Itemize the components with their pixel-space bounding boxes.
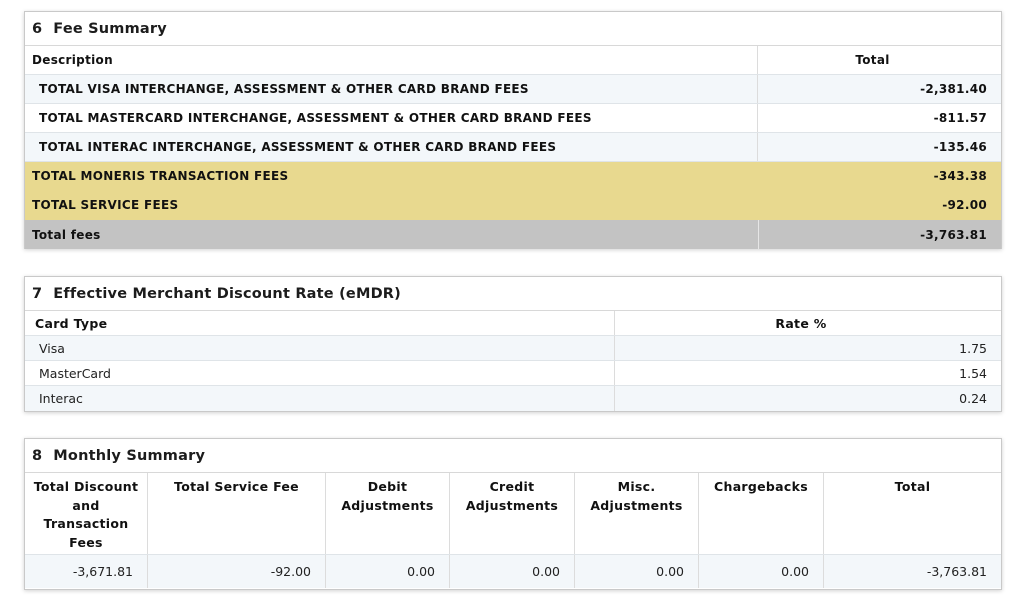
table-row: Visa 1.75: [25, 336, 1001, 361]
row-total: -2,381.40: [920, 82, 987, 96]
row-total: -135.46: [933, 140, 987, 154]
monthly-summary-header: 8 Monthly Summary: [25, 439, 1001, 473]
emdr-header: 7 Effective Merchant Discount Rate (eMDR…: [25, 277, 1001, 311]
row-description: TOTAL MONERIS TRANSACTION FEES: [32, 169, 289, 183]
rate-cell: 1.54: [959, 365, 987, 381]
card-type-cell: Visa: [25, 336, 615, 360]
row-total: -811.57: [933, 111, 987, 125]
section-title: Effective Merchant Discount Rate (eMDR): [53, 285, 402, 302]
table-row: TOTAL VISA INTERCHANGE, ASSESSMENT & OTH…: [25, 75, 1001, 104]
column-header-total: Total: [894, 479, 931, 494]
section-title: Fee Summary: [53, 20, 167, 37]
column-header-chargebacks: Chargebacks: [699, 473, 824, 554]
column-header-total-discount: Total Discount and Transaction Fees: [25, 473, 148, 554]
table-header-row: Card Type Rate %: [25, 311, 1001, 336]
total-discount-value: -3,671.81: [25, 555, 148, 588]
card-type-cell: MasterCard: [25, 361, 615, 385]
monthly-summary-panel: 8 Monthly Summary Total Discount and Tra…: [24, 438, 1002, 590]
section-number: 6: [32, 20, 43, 37]
column-header-misc-adjustments: Misc. Adjustments: [575, 473, 699, 554]
column-header-total: Total: [855, 53, 890, 67]
column-header-debit-adjustments: Debit Adjustments: [326, 473, 450, 554]
table-header-row: Total Discount and Transaction Fees Tota…: [25, 473, 1001, 555]
total-fees-label: Total fees: [32, 227, 101, 242]
fee-summary-header: 6 Fee Summary: [25, 12, 1001, 46]
table-row: TOTAL INTERAC INTERCHANGE, ASSESSMENT & …: [25, 133, 1001, 162]
misc-adjustments-value: 0.00: [575, 555, 699, 588]
chargebacks-value: 0.00: [699, 555, 824, 588]
credit-adjustments-value: 0.00: [450, 555, 575, 588]
table-row: -3,671.81 -92.00 0.00 0.00 0.00 0.00 -3,…: [25, 555, 1001, 588]
highlighted-row: TOTAL MONERIS TRANSACTION FEES -343.38: [25, 162, 1001, 191]
column-header-total-service-fee: Total Service Fee: [148, 473, 326, 554]
rate-cell: 1.75: [959, 340, 987, 356]
column-header-card-type: Card Type: [25, 311, 615, 335]
fee-summary-panel: 6 Fee Summary Description Total TOTAL VI…: [24, 11, 1002, 249]
total-service-fee-value: -92.00: [148, 555, 326, 588]
table-row: Interac 0.24: [25, 386, 1001, 411]
column-header-description: Description: [25, 46, 758, 74]
section-number: 7: [32, 285, 43, 302]
debit-adjustments-value: 0.00: [326, 555, 450, 588]
table-header-row: Description Total: [25, 46, 1001, 75]
row-description: TOTAL SERVICE FEES: [32, 198, 179, 212]
highlighted-row: TOTAL SERVICE FEES -92.00: [25, 191, 1001, 220]
monthly-total-value: -3,763.81: [926, 564, 987, 579]
section-title: Monthly Summary: [53, 447, 206, 464]
total-fees-value: -3,763.81: [758, 220, 1001, 249]
column-header-credit-adjustments: Credit Adjustments: [450, 473, 575, 554]
row-description: TOTAL MASTERCARD INTERCHANGE, ASSESSMENT…: [25, 104, 758, 132]
table-row: MasterCard 1.54: [25, 361, 1001, 386]
section-number: 8: [32, 447, 43, 464]
row-total: -343.38: [933, 169, 987, 183]
card-type-cell: Interac: [25, 386, 615, 411]
row-description: TOTAL INTERAC INTERCHANGE, ASSESSMENT & …: [25, 133, 758, 161]
rate-cell: 0.24: [959, 391, 987, 406]
table-row: TOTAL MASTERCARD INTERCHANGE, ASSESSMENT…: [25, 104, 1001, 133]
row-description: TOTAL VISA INTERCHANGE, ASSESSMENT & OTH…: [25, 75, 758, 103]
total-fees-row: Total fees -3,763.81: [25, 220, 1001, 249]
emdr-panel: 7 Effective Merchant Discount Rate (eMDR…: [24, 276, 1002, 412]
column-header-rate: Rate %: [775, 315, 827, 331]
row-total: -92.00: [942, 198, 987, 212]
